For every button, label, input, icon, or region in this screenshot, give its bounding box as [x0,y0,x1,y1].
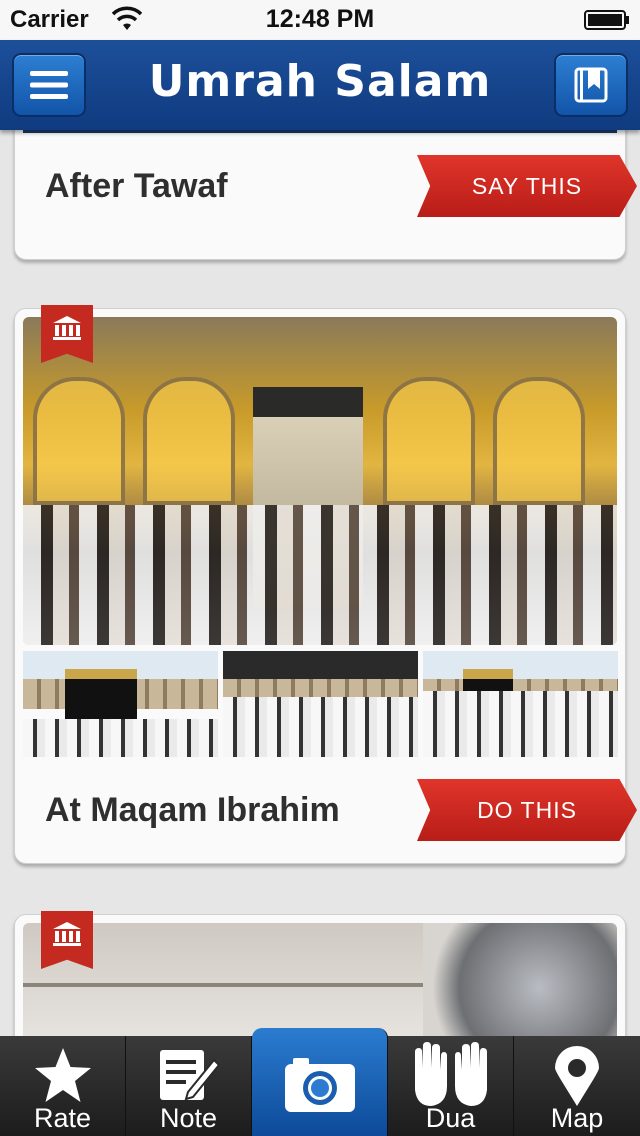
note-icon [159,1050,220,1101]
status-bar: Carrier 12:48 PM [0,0,640,40]
card-thumbnail [423,651,618,757]
card-main-photo [23,317,617,645]
camera-icon [284,1058,355,1112]
ritual-card: At Maqam Ibrahim DO THIS [14,305,637,864]
do-this-button[interactable]: DO THIS [417,779,637,841]
hands-icon [414,1042,487,1106]
say-this-button[interactable]: SAY THIS [417,155,637,217]
tab-camera[interactable] [252,1028,388,1136]
map-pin-icon [555,1046,599,1106]
tab-label: Dua [425,1103,476,1133]
ritual-card: After Tawaf SAY THIS [14,130,637,260]
ritual-card [14,911,626,1036]
mosque-icon [53,316,81,340]
card-photo [23,130,617,133]
star-icon [34,1048,91,1102]
app-title: Umrah Salam [148,56,492,107]
tab-note[interactable]: Note [126,1036,252,1136]
card-title: At Maqam Ibrahim [45,791,340,829]
tab-label: Note [159,1103,218,1133]
bookmarks-button[interactable] [554,53,628,117]
tab-map[interactable]: Map [514,1036,640,1136]
card-thumbnail [223,651,418,757]
bookmark-icon [574,67,608,103]
tab-label: Map [550,1103,604,1133]
ritual-list[interactable]: After Tawaf SAY THIS At Maqam Ibrahim DO… [0,130,640,1036]
battery-icon [584,10,629,30]
tab-bar: Rate Note Dua Map [0,1028,640,1136]
status-time: 12:48 PM [265,5,375,33]
card-thumbnail [23,651,218,757]
tab-rate[interactable]: Rate [0,1036,126,1136]
nav-bar: Umrah Salam [0,40,640,130]
tab-dua[interactable]: Dua [388,1036,514,1136]
card-main-photo [23,923,617,1036]
card-title: After Tawaf [45,167,228,205]
tab-label: Rate [33,1103,92,1133]
mosque-icon [53,922,81,946]
